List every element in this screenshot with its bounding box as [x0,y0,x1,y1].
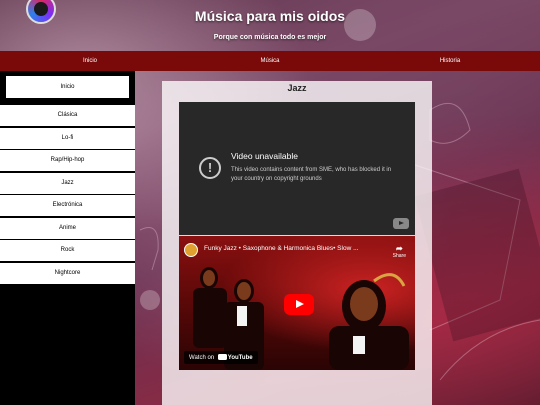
error-icon: ! [199,157,221,179]
sidebar-item-nightcore[interactable]: Nightcore [0,262,135,284]
top-nav-musica[interactable]: Música [180,51,360,71]
sidebar-item-anime[interactable]: Anime [0,217,135,239]
video-embed-funky-jazz[interactable]: Funky Jazz • Saxophone & Harmonica Blues… [179,236,415,370]
top-nav-inicio[interactable]: Inicio [0,51,180,71]
sidebar-item-jazz[interactable]: Jazz [0,172,135,194]
sidebar: Inicio Clásica Lo-fi Rap/Hip-hop Jazz El… [0,71,135,405]
watch-on-youtube-button[interactable]: Watch on YouTube [184,351,258,364]
video-title[interactable]: Funky Jazz • Saxophone & Harmonica Blues… [204,245,384,252]
top-nav-historia[interactable]: Historia [360,51,540,71]
share-label: Share [392,253,406,259]
youtube-logo: YouTube [217,354,253,361]
site-subtitle: Porque con música todo es mejor [213,34,327,41]
video-error-title: Video unavailable [231,151,298,161]
video-embed-unavailable[interactable]: ! Video unavailable This video contains … [179,102,415,235]
sidebar-item-inicio[interactable]: Inicio [0,71,135,105]
top-nav: Inicio Música Historia [0,51,540,71]
video-error-message: This video contains content from SME, wh… [231,167,392,182]
section-title: Jazz [287,83,307,93]
sidebar-item-electronica[interactable]: Electrónica [0,195,135,216]
youtube-icon [217,354,227,360]
share-button[interactable]: ➦ Share [393,244,406,259]
site-title: Música para mis oidos [194,8,346,24]
main-content: Jazz ! Video unavailable This video cont… [162,81,432,405]
sidebar-item-rap-hiphop[interactable]: Rap/Hip-hop [0,150,135,171]
share-icon: ➦ [395,244,403,253]
sidebar-item-rock[interactable]: Rock [0,240,135,261]
sidebar-item-label: Inicio [6,76,129,98]
channel-avatar[interactable] [184,243,198,257]
play-button[interactable] [284,294,314,315]
watch-on-label: Watch on [189,355,215,361]
sidebar-item-clasica[interactable]: Clásica [0,105,135,126]
site-header: Música para mis oidos Porque con música … [0,0,540,51]
youtube-label: YouTube [227,355,253,361]
sidebar-item-lofi[interactable]: Lo-fi [0,127,135,149]
youtube-icon[interactable] [393,218,409,229]
